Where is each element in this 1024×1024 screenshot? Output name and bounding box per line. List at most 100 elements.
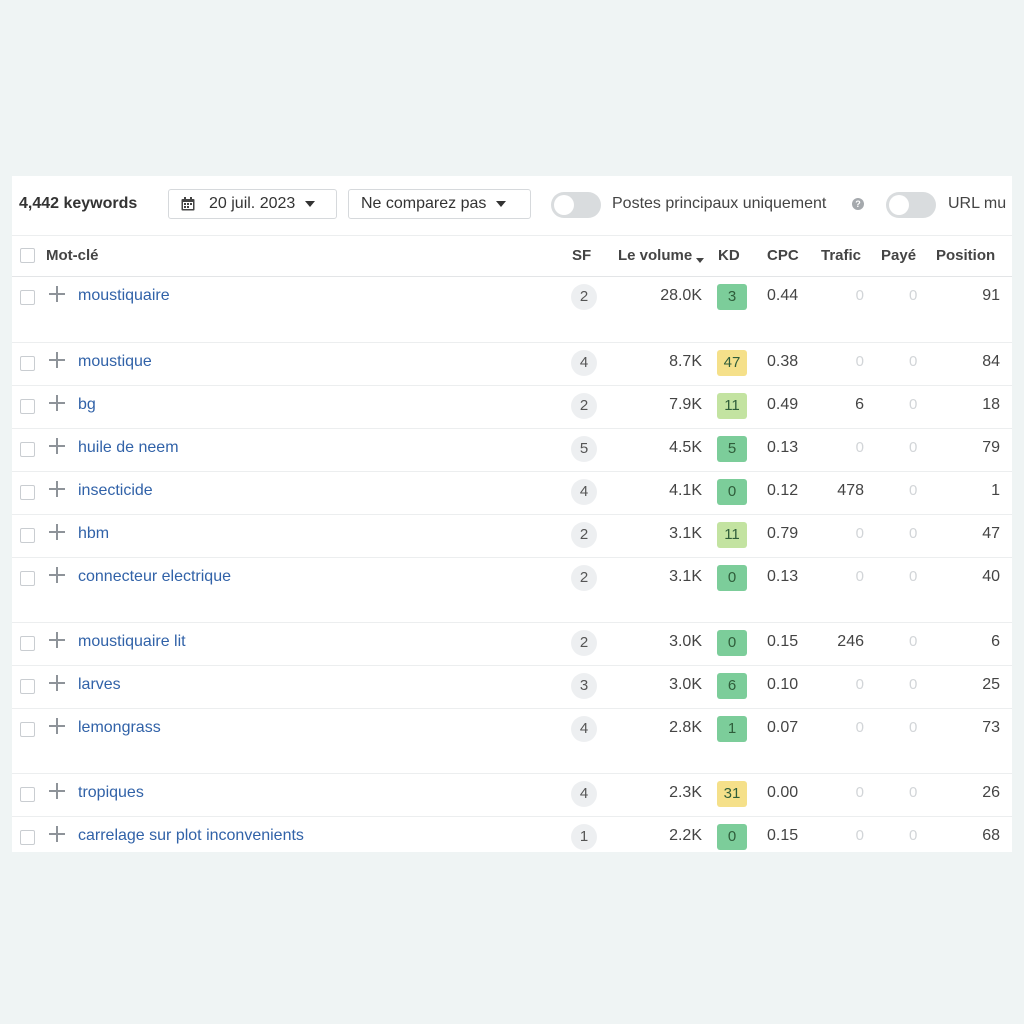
kd-badge: 0: [717, 565, 747, 591]
plus-icon[interactable]: [48, 631, 66, 649]
keyword-link[interactable]: lemongrass: [78, 719, 161, 737]
row-checkbox[interactable]: [20, 830, 35, 845]
table-row[interactable]: moustique 4 8.7K 47 0.38 0 0 84: [12, 342, 1012, 386]
help-icon[interactable]: ?: [852, 198, 864, 210]
col-volume[interactable]: Le volume: [618, 247, 705, 264]
keyword-link[interactable]: insecticide: [78, 482, 153, 500]
keyword-link[interactable]: bg: [78, 396, 96, 414]
serp-features-badge[interactable]: 1: [571, 824, 597, 850]
kd-badge: 0: [717, 630, 747, 656]
cpc-value: 0.38: [767, 353, 799, 370]
plus-icon[interactable]: [48, 717, 66, 735]
plus-icon[interactable]: [48, 674, 66, 692]
keyword-link[interactable]: moustiquaire lit: [78, 633, 186, 651]
plus-icon[interactable]: [48, 825, 66, 843]
keyword-link[interactable]: moustique: [78, 353, 152, 371]
table-row[interactable]: carrelage sur plot inconvenients 1 2.2K 0 0.…: [12, 816, 1012, 852]
kd-badge: 6: [717, 673, 747, 699]
row-checkbox[interactable]: [20, 442, 35, 457]
col-paid[interactable]: Payé: [881, 247, 916, 264]
table-row[interactable]: bg 2 7.9K 11 0.49 6 0 18: [12, 385, 1012, 429]
row-checkbox[interactable]: [20, 679, 35, 694]
paid-value: 0: [909, 439, 918, 456]
chevron-down-icon: [305, 201, 316, 207]
paid-value: 0: [909, 568, 918, 585]
position-value: 91: [982, 287, 1000, 304]
col-position[interactable]: Position: [936, 247, 995, 264]
keyword-link[interactable]: carrelage sur plot inconvenients: [78, 827, 304, 845]
plus-icon[interactable]: [48, 394, 66, 412]
paid-value: 0: [909, 525, 918, 542]
table-row[interactable]: moustiquaire lit 2 3.0K 0 0.15 246 0 6: [12, 622, 1012, 666]
plus-icon[interactable]: [48, 351, 66, 369]
kd-badge: 1: [717, 716, 747, 742]
traffic-value: 0: [855, 525, 864, 542]
plus-icon[interactable]: [48, 480, 66, 498]
main-positions-toggle[interactable]: [551, 192, 601, 218]
plus-icon[interactable]: [48, 782, 66, 800]
row-checkbox[interactable]: [20, 485, 35, 500]
serp-features-badge[interactable]: 4: [571, 781, 597, 807]
plus-icon[interactable]: [48, 285, 66, 303]
table-row[interactable]: connecteur electrique 2 3.1K 0 0.13 0 0 40: [12, 557, 1012, 623]
keyword-link[interactable]: huile de neem: [78, 439, 179, 457]
keyword-link[interactable]: tropiques: [78, 784, 144, 802]
col-cpc[interactable]: CPC: [767, 247, 799, 264]
volume-value: 4.5K: [669, 439, 702, 456]
row-checkbox[interactable]: [20, 787, 35, 802]
table-row[interactable]: moustiquaire 2 28.0K 3 0.44 0 0 91: [12, 276, 1012, 343]
row-checkbox[interactable]: [20, 722, 35, 737]
table-row[interactable]: larves 3 3.0K 6 0.10 0 0 25: [12, 665, 1012, 709]
keyword-link[interactable]: moustiquaire: [78, 287, 170, 305]
serp-features-badge[interactable]: 5: [571, 436, 597, 462]
row-checkbox[interactable]: [20, 356, 35, 371]
paid-value: 0: [909, 719, 918, 736]
position-value: 47: [982, 525, 1000, 542]
col-keyword[interactable]: Mot-clé: [46, 247, 99, 264]
serp-features-badge[interactable]: 4: [571, 716, 597, 742]
serp-features-badge[interactable]: 2: [571, 630, 597, 656]
col-kd[interactable]: KD: [718, 247, 740, 264]
row-checkbox[interactable]: [20, 636, 35, 651]
cpc-value: 0.13: [767, 439, 799, 456]
paid-value: 0: [909, 353, 918, 370]
table-row[interactable]: lemongrass 4 2.8K 1 0.07 0 0 73: [12, 708, 1012, 774]
keyword-link[interactable]: connecteur electrique: [78, 568, 231, 586]
serp-features-badge[interactable]: 4: [571, 479, 597, 505]
serp-features-badge[interactable]: 2: [571, 565, 597, 591]
traffic-value: 0: [855, 439, 864, 456]
traffic-value: 0: [855, 353, 864, 370]
keyword-link[interactable]: larves: [78, 676, 121, 694]
serp-features-badge[interactable]: 4: [571, 350, 597, 376]
plus-icon[interactable]: [48, 437, 66, 455]
serp-features-badge[interactable]: 2: [571, 522, 597, 548]
volume-value: 3.0K: [669, 633, 702, 650]
serp-features-badge[interactable]: 3: [571, 673, 597, 699]
compare-dropdown[interactable]: Ne comparez pas: [348, 189, 531, 219]
cpc-value: 0.49: [767, 396, 799, 413]
row-checkbox[interactable]: [20, 399, 35, 414]
plus-icon[interactable]: [48, 523, 66, 541]
table-row[interactable]: insecticide 4 4.1K 0 0.12 478 0 1: [12, 471, 1012, 515]
serp-features-badge[interactable]: 2: [571, 393, 597, 419]
volume-value: 2.2K: [669, 827, 702, 844]
volume-value: 3.0K: [669, 676, 702, 693]
volume-value: 8.7K: [669, 353, 702, 370]
row-checkbox[interactable]: [20, 571, 35, 586]
cpc-value: 0.07: [767, 719, 799, 736]
date-picker-button[interactable]: 20 juil. 2023: [168, 189, 337, 219]
table-row[interactable]: huile de neem 5 4.5K 5 0.13 0 0 79: [12, 428, 1012, 472]
plus-icon[interactable]: [48, 566, 66, 584]
serp-features-badge[interactable]: 2: [571, 284, 597, 310]
table-row[interactable]: tropiques 4 2.3K 31 0.00 0 0 26: [12, 773, 1012, 817]
row-checkbox[interactable]: [20, 528, 35, 543]
table-row[interactable]: hbm 2 3.1K 11 0.79 0 0 47: [12, 514, 1012, 558]
col-sf[interactable]: SF: [572, 247, 591, 264]
traffic-value: 6: [855, 396, 864, 413]
keyword-link[interactable]: hbm: [78, 525, 109, 543]
row-checkbox[interactable]: [20, 290, 35, 305]
url-toggle[interactable]: [886, 192, 936, 218]
col-traffic[interactable]: Trafic: [821, 247, 861, 264]
table-header: Mot-clé SF Le volume KD CPC Trafic Payé …: [12, 235, 1012, 277]
select-all-checkbox[interactable]: [20, 248, 35, 263]
